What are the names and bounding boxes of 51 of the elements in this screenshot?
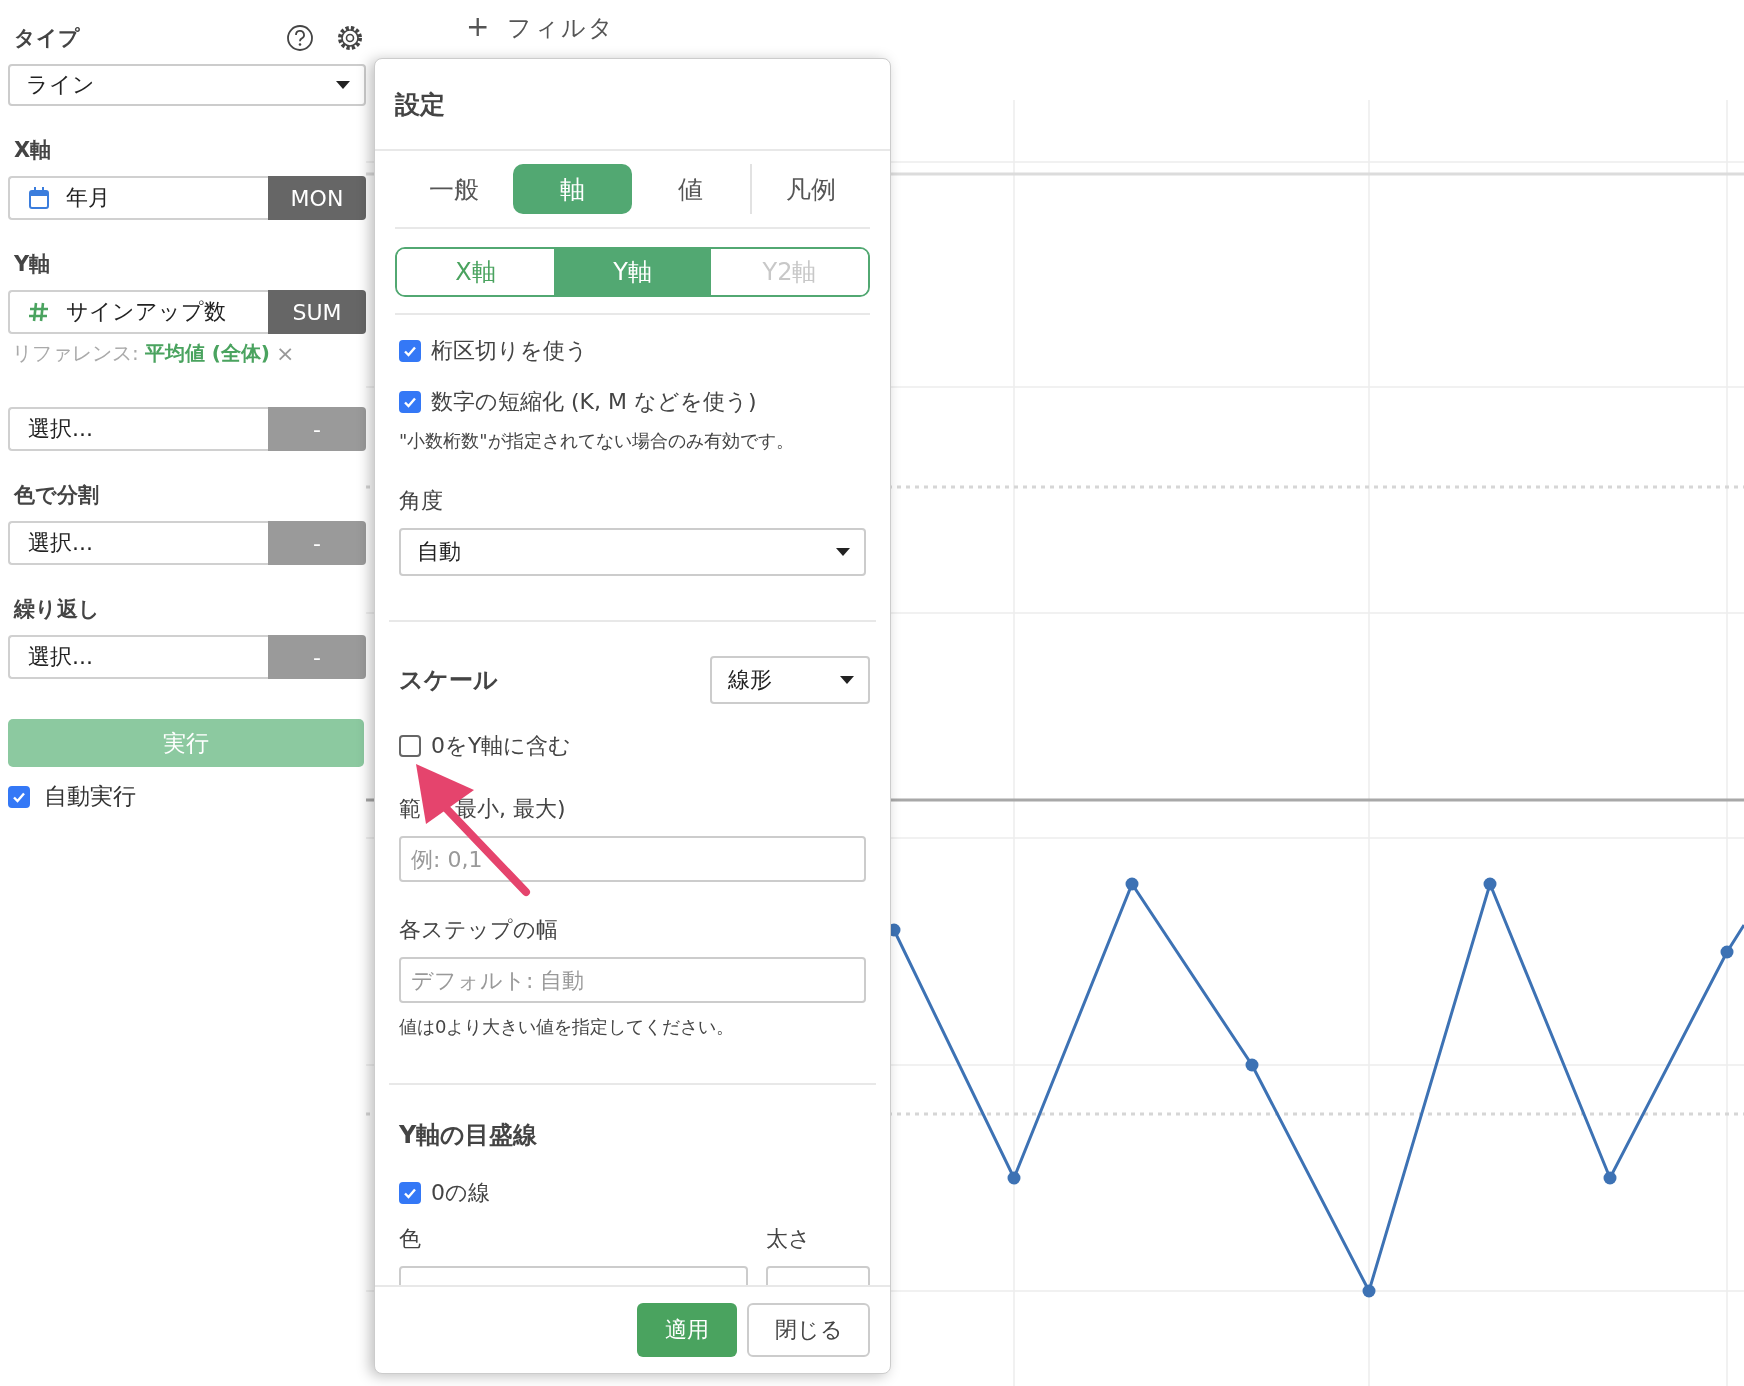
tab[interactable]: 一般 [395, 164, 514, 214]
checkbox[interactable] [399, 735, 421, 757]
scale-select[interactable]: 線形 [710, 656, 870, 704]
field-label: 繰り返し [12, 596, 101, 623]
field-label: 最小, 最大) [455, 795, 566, 823]
field-select[interactable]: 選択... [8, 635, 268, 679]
type-label: タイプ [13, 25, 80, 52]
checkbox-label: 0をY軸に含む [431, 732, 572, 760]
chart-type-select[interactable]: ライン [8, 64, 366, 106]
help-icon[interactable] [286, 24, 314, 52]
settings-icon[interactable] [336, 24, 364, 52]
checkbox-label: 数字の短縮化 (K, M などを使う) [431, 388, 757, 416]
field-label: X軸 [13, 137, 53, 164]
tab[interactable]: 値 [631, 164, 750, 214]
help-text: "小数桁数"が指定されてない場合のみ有効です。 [398, 429, 795, 453]
input-field[interactable]: デフォルト: 自動 [399, 957, 866, 1003]
input-field[interactable]: 例: 0,1 [399, 836, 866, 882]
aggregate-select[interactable]: MON [268, 176, 366, 220]
close-button[interactable]: 閉じる [747, 1303, 870, 1357]
field-select[interactable]: サインアップ数 [8, 290, 268, 334]
add-filter-button[interactable]: + フィルタ [466, 10, 616, 44]
field-label: 色 [398, 1225, 422, 1253]
calendar-icon [28, 186, 50, 210]
field-label: 色で分割 [12, 482, 100, 509]
checkbox[interactable] [8, 785, 30, 808]
angle-select[interactable]: 自動 [399, 528, 866, 576]
field-label: 角度 [398, 487, 444, 515]
reference-label: リファレンス: [12, 340, 139, 367]
field-select[interactable]: 選択... [8, 521, 268, 565]
section-title: Y軸の目盛線 [398, 1120, 538, 1151]
field-label: Y軸 [13, 251, 52, 278]
checkbox[interactable] [399, 391, 421, 413]
help-text: 値は0より大きい値を指定してください。 [398, 1015, 736, 1039]
field-select[interactable]: 年月 [8, 176, 268, 220]
field-label: 太さ [765, 1225, 812, 1253]
checkbox[interactable] [399, 1182, 421, 1204]
tab[interactable]: 凡例 [751, 164, 870, 214]
field-label: 各ステップの幅 [398, 916, 559, 944]
checkbox[interactable] [399, 340, 421, 362]
field-label: 範 [399, 795, 421, 823]
caret-icon [836, 548, 850, 556]
caret-icon [840, 676, 854, 684]
aggregate-select[interactable]: SUM [268, 290, 366, 334]
hash-icon [28, 301, 50, 323]
checkbox-label: 0の線 [431, 1179, 490, 1207]
section-title: スケール [398, 665, 498, 696]
checkbox-label: 自動実行 [44, 782, 136, 811]
checkbox-label: 桁区切りを使う [431, 337, 588, 365]
caret-icon [336, 81, 350, 89]
field-select[interactable]: 選択... [8, 407, 268, 451]
dialog-title: 設定 [395, 88, 445, 121]
